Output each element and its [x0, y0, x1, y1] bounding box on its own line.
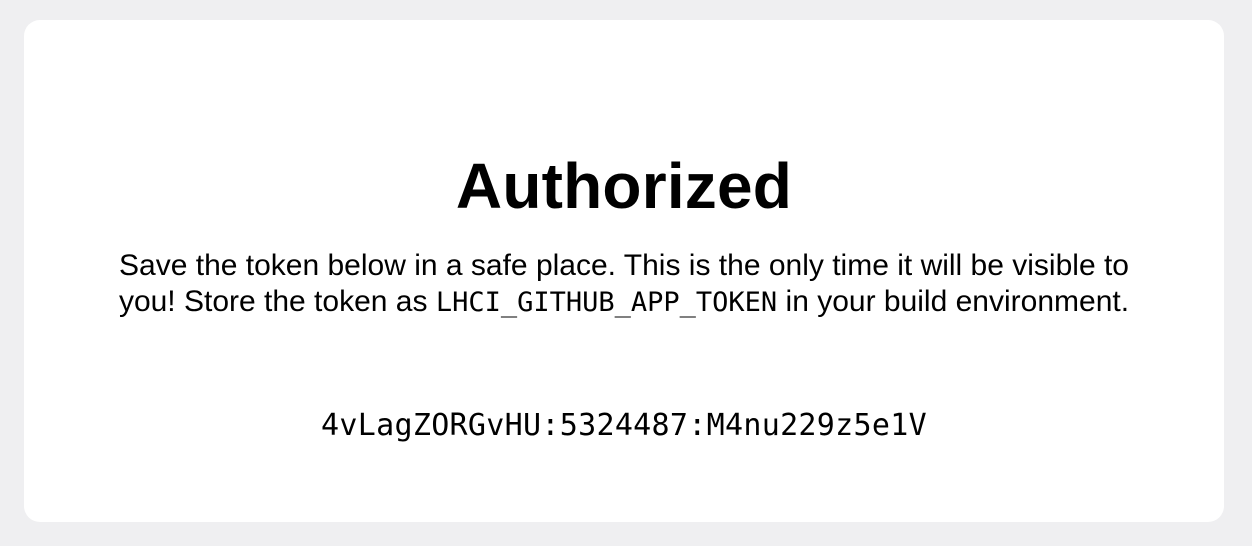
instructions-text-suffix: in your build environment.	[777, 285, 1130, 318]
env-var-name: LHCI_GITHUB_APP_TOKEN	[435, 287, 778, 318]
instructions-text: Save the token below in a safe place. Th…	[104, 248, 1144, 321]
token-value[interactable]: 4vLagZORGvHU:5324487:M4nu229z5e1V	[24, 406, 1224, 446]
page-title: Authorized	[455, 150, 793, 222]
auth-card: Authorized Save the token below in a saf…	[24, 20, 1224, 522]
